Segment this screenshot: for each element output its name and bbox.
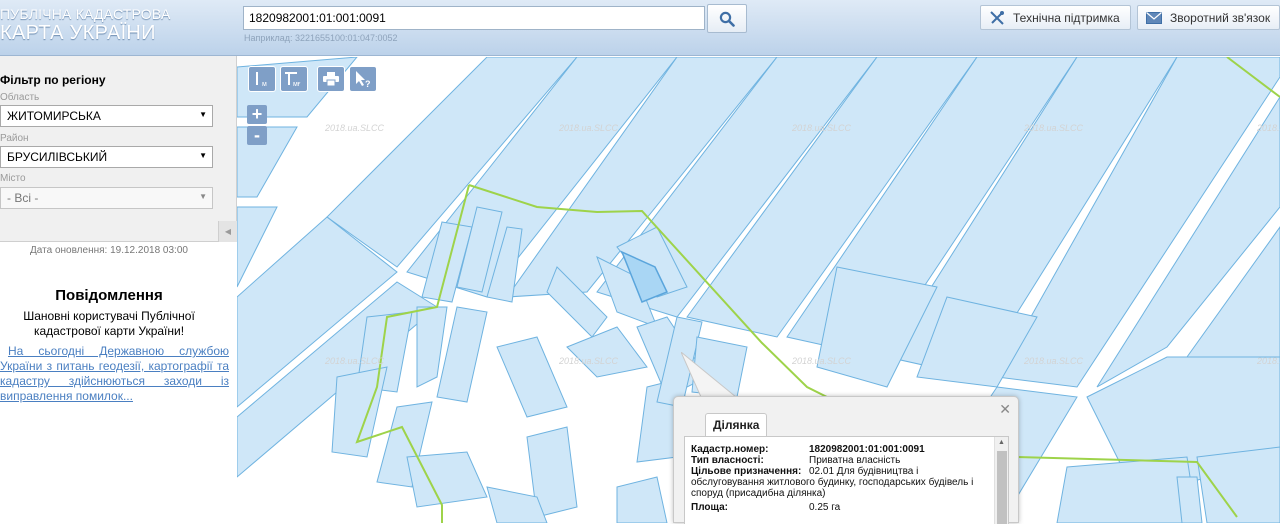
dropdown-arrow-icon: ▼ [199,192,207,201]
watermark: 2018.ua.SLCC [558,356,619,366]
area-ruler-icon: мғ [285,72,301,88]
info-value: Приватна власність [809,455,901,466]
watermark: 2018.ua.SLCC [324,123,385,133]
filter-title: Фільтр по регіону [0,73,106,87]
city-select[interactable]: - Всі - ▼ [0,187,213,209]
watermark: 2018.ua.SLCC [1256,123,1280,133]
site-logo[interactable]: ПУБЛІЧНА КАДАСТРОВА КАРТА УКРАЇНИ [0,6,171,45]
dropdown-arrow-icon: ▼ [199,110,207,119]
ruler-icon: м [256,72,267,88]
scroll-up-icon[interactable]: ▲ [998,439,1005,446]
popup-pointer [681,352,738,398]
region-filter-panel: Фільтр по регіону Область ЖИТОМИРСЬКА ▼ … [0,56,237,242]
region-select[interactable]: ЖИТОМИРСЬКА ▼ [0,105,213,127]
watermark: 2018.ua.SLCC [1023,356,1084,366]
dropdown-arrow-icon: ▼ [199,151,207,160]
info-key: Площа: [691,502,728,513]
info-value: 0.25 га [809,502,841,513]
region-value: ЖИТОМИРСЬКА [7,109,101,123]
cursor-question-icon: ? [356,71,371,88]
parcel-info-popup: ✕ Ділянка Кадастр.номер: 1820982001:01:0… [673,396,1019,524]
close-icon[interactable]: ✕ [999,401,1011,418]
tool-m-text: м [262,81,267,88]
watermark: 2018.ua.SLCC [1256,356,1280,366]
measure-length-tool[interactable]: м [248,66,276,92]
news-link[interactable]: На сьогодні Державною службою України з … [0,344,229,404]
sidebar: Фільтр по регіону Область ЖИТОМИРСЬКА ▼ … [0,56,237,523]
identify-tool[interactable]: ? [349,66,377,92]
watermark: 2018.ua.SLCC [791,123,852,133]
collapse-sidebar-button[interactable]: ◀ [218,221,237,242]
watermark: 2018.ua.SLCC [558,123,619,133]
search-hint: Наприклад: 3221655100:01:047:0052 [244,33,398,43]
watermark: 2018.ua.SLCC [791,356,852,366]
minus-icon: - [254,125,260,145]
district-label: Район [0,133,29,144]
scrollbar-thumb[interactable] [997,451,1007,524]
district-select[interactable]: БРУСИЛІВСЬКИЙ ▼ [0,146,213,168]
brand-line-1: ПУБЛІЧНА КАДАСТРОВА [0,6,171,22]
zoom-in-button[interactable]: + [247,104,267,124]
zoom-out-button[interactable]: - [247,125,267,145]
tools-icon [989,10,1005,26]
region-label: Область [0,92,40,103]
tech-support-button[interactable]: Технічна підтримка [980,5,1131,30]
search-icon [719,11,735,27]
envelope-icon [1146,11,1162,24]
header: ПУБЛІЧНА КАДАСТРОВА КАРТА УКРАЇНИ Наприк… [0,0,1280,56]
city-value: - Всі - [7,191,39,205]
feedback-button[interactable]: Зворотний зв'язок [1137,5,1280,30]
info-value: 02.01 Для будівництва і обслуговування ж… [691,466,974,499]
tab-parcel[interactable]: Ділянка [705,413,768,436]
watermark: 2018.ua.SLCC [324,356,385,366]
print-button[interactable] [317,66,345,92]
update-date: Дата оновлення: 19.12.2018 03:00 [30,245,188,256]
parcel-info-body: Кадастр.номер: 1820982001:01:001:0091 Ти… [684,436,1009,524]
info-value: 1820982001:01:001:0091 [809,444,925,455]
watermark: 2018.ua.SLCC [1023,123,1084,133]
info-key: Кадастр.номер: [691,444,769,455]
district-value: БРУСИЛІВСЬКИЙ [7,150,108,164]
plus-icon: + [251,104,263,124]
brand-line-2: КАРТА УКРАЇНИ [0,22,156,44]
feedback-label: Зворотний зв'язок [1170,10,1271,25]
printer-icon [323,72,339,86]
news-title: Повідомлення [55,287,163,304]
cadastral-search-input[interactable] [243,6,705,30]
svg-text:?: ? [365,79,371,88]
chevron-left-icon: ◀ [224,227,232,236]
city-label: Місто [0,173,26,184]
tool-mf-text: мғ [293,81,301,88]
popup-scrollbar[interactable]: ▲ [994,437,1008,524]
measure-area-tool[interactable]: мғ [280,66,308,92]
search-button[interactable] [707,4,747,33]
info-key: Тип власності: [691,455,764,466]
news-text: Шановні користувачі Публічної кадастрово… [23,309,195,338]
tech-support-label: Технічна підтримка [1013,10,1120,25]
